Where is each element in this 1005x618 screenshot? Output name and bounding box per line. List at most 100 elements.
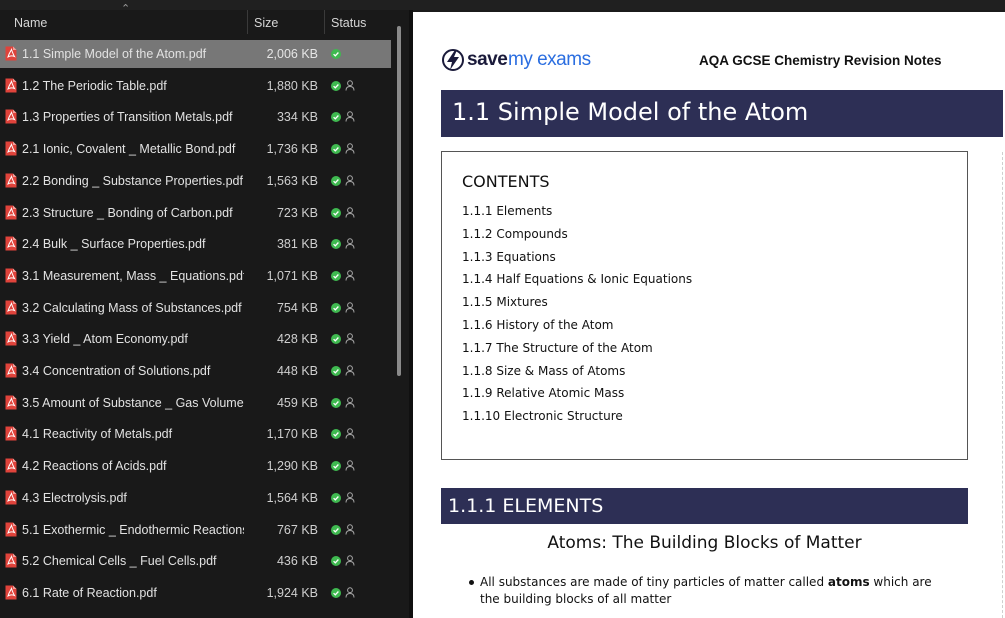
person-icon — [345, 301, 355, 313]
contents-item[interactable]: 1.1.1 Elements — [462, 204, 692, 227]
contents-heading: CONTENTS — [462, 172, 550, 191]
file-row[interactable]: 2.3 Structure _ Bonding of Carbon.pdf 723… — [0, 199, 391, 227]
column-separator[interactable] — [324, 10, 325, 34]
file-row[interactable]: 3.4 Concentration of Solutions.pdf 448 KB — [0, 357, 391, 385]
document-title: 1.1 Simple Model of the Atom — [452, 98, 809, 126]
pdf-file-icon — [5, 300, 17, 315]
file-name: 4.1 Reactivity of Metals.pdf — [22, 427, 173, 442]
contents-item[interactable]: 1.1.8 Size & Mass of Atoms — [462, 364, 692, 387]
file-size: 459 KB — [276, 395, 318, 410]
file-size: 754 KB — [276, 300, 318, 315]
file-row[interactable]: 1.2 The Periodic Table.pdf 1,880 KB — [0, 72, 391, 100]
pdf-file-icon — [5, 363, 17, 378]
file-size: 723 KB — [276, 205, 318, 220]
check-circle-icon — [331, 587, 341, 598]
contents-item[interactable]: 1.1.2 Compounds — [462, 227, 692, 250]
pdf-file-icon — [5, 268, 17, 283]
file-name: 3.4 Concentration of Solutions.pdf — [22, 364, 211, 378]
file-size: 1,564 KB — [266, 490, 318, 505]
contents-item[interactable]: 1.1.3 Equations — [462, 250, 692, 273]
check-circle-icon — [331, 175, 341, 186]
file-row[interactable]: 1.3 Properties of Transition Metals.pdf 3… — [0, 103, 391, 131]
contents-item[interactable]: 1.1.9 Relative Atomic Mass — [462, 386, 692, 409]
file-row[interactable]: 2.1 Ionic, Covalent _ Metallic Bond.pdf 1… — [0, 135, 391, 163]
file-row[interactable]: 1.1 Simple Model of the Atom.pdf 2,006 KB — [0, 40, 391, 68]
logo-text-my-exams: my exams — [508, 49, 591, 70]
file-row[interactable]: 2.4 Bulk _ Surface Properties.pdf 381 KB — [0, 230, 391, 258]
pdf-file-icon — [5, 141, 17, 156]
file-size: 436 KB — [276, 554, 318, 569]
file-row[interactable]: 4.1 Reactivity of Metals.pdf 1,170 KB — [0, 420, 391, 448]
file-size: 767 KB — [276, 522, 318, 537]
check-circle-icon — [331, 461, 341, 472]
check-circle-icon — [331, 112, 341, 123]
file-name: 3.5 Amount of Substance _ Gas Volume.p..… — [22, 395, 244, 410]
document-title-bar: 1.1 Simple Model of the Atom — [441, 90, 1003, 137]
file-name: 5.2 Chemical Cells _ Fuel Cells.pdf — [22, 554, 217, 569]
file-size: 1,924 KB — [266, 585, 318, 600]
pdf-file-icon — [5, 458, 17, 473]
person-icon — [345, 175, 355, 186]
file-row[interactable]: 4.3 Electrolysis.pdf 1,564 KB — [0, 484, 391, 512]
person-icon — [345, 79, 355, 91]
file-name: 1.1 Simple Model of the Atom.pdf — [22, 47, 207, 61]
file-size: 1,880 KB — [266, 78, 318, 93]
pdf-file-icon — [5, 331, 17, 346]
file-size: 1,563 KB — [266, 173, 318, 188]
pdf-file-icon — [5, 205, 17, 219]
contents-item[interactable]: 1.1.7 The Structure of the Atom — [462, 341, 692, 364]
pdf-file-icon — [5, 426, 17, 441]
bullet-text-bold: atoms — [827, 575, 870, 589]
pdf-file-icon — [5, 236, 17, 251]
file-row[interactable]: 3.2 Calculating Mass of Substances.pdf 75… — [0, 294, 391, 322]
pdf-file-icon — [5, 490, 17, 505]
file-size: 381 KB — [276, 237, 318, 252]
column-separator[interactable] — [247, 10, 248, 34]
person-icon — [345, 365, 355, 376]
person-icon — [345, 333, 355, 344]
check-circle-icon — [331, 207, 341, 218]
file-row[interactable]: 6.1 Rate of Reaction.pdf 1,924 KB — [0, 579, 391, 607]
file-size: 428 KB — [276, 332, 318, 347]
file-row[interactable]: 5.1 Exothermic _ Endothermic Reactions..… — [0, 516, 391, 544]
contents-item[interactable]: 1.1.10 Electronic Structure — [462, 409, 692, 432]
file-name: 3.1 Measurement, Mass _ Equations.pdf — [22, 268, 244, 283]
file-name: 4.3 Electrolysis.pdf — [22, 490, 127, 505]
file-row[interactable]: 5.2 Chemical Cells _ Fuel Cells.pdf 436 K… — [0, 547, 391, 575]
pdf-file-icon — [5, 553, 17, 568]
file-name: 1.2 The Periodic Table.pdf — [22, 78, 167, 93]
bullet-text-before: All substances are made of tiny particle… — [480, 575, 828, 589]
check-circle-icon — [331, 239, 341, 250]
column-header-size[interactable]: Size — [254, 10, 278, 38]
section-subheading: Atoms: The Building Blocks of Matter — [547, 533, 862, 553]
check-circle-icon — [331, 556, 341, 567]
file-row[interactable]: 3.3 Yield _ Atom Economy.pdf 428 KB — [0, 325, 391, 353]
contents-item[interactable]: 1.1.6 History of the Atom — [462, 318, 692, 341]
contents-item[interactable]: 1.1.4 Half Equations & Ionic Equations — [462, 272, 692, 295]
vertical-scrollbar[interactable] — [397, 26, 401, 376]
file-row[interactable]: 2.2 Bonding _ Substance Properties.pdf 1,… — [0, 167, 391, 195]
window-top-strip — [0, 0, 1005, 10]
person-icon — [345, 492, 355, 503]
file-row[interactable]: 3.5 Amount of Substance _ Gas Volume.p..… — [0, 389, 391, 417]
contents-item[interactable]: 1.1.5 Mixtures — [462, 295, 692, 318]
check-circle-icon — [331, 524, 341, 535]
file-size: 2,006 KB — [266, 47, 318, 61]
file-name: 4.2 Reactions of Acids.pdf — [22, 459, 167, 474]
pdf-file-icon — [5, 395, 17, 410]
file-size: 1,736 KB — [266, 142, 318, 157]
file-name: 2.1 Ionic, Covalent _ Metallic Bond.pdf — [22, 142, 236, 157]
column-header-status[interactable]: Status — [331, 10, 366, 38]
file-row[interactable]: 4.2 Reactions of Acids.pdf 1,290 KB — [0, 452, 391, 480]
chevron-up-icon[interactable]: ⌃ — [121, 2, 130, 15]
person-icon — [345, 238, 355, 249]
person-icon — [345, 587, 355, 598]
file-size: 1,290 KB — [266, 459, 318, 474]
file-size: 1,170 KB — [266, 427, 318, 442]
check-circle-icon — [331, 270, 341, 281]
file-row[interactable]: 3.1 Measurement, Mass _ Equations.pdf 1,0… — [0, 262, 391, 290]
check-circle-icon — [331, 302, 341, 313]
column-header-row: Name ⌃ Size Status — [0, 3, 395, 38]
column-header-name[interactable]: Name — [14, 10, 47, 38]
person-icon — [345, 143, 355, 154]
